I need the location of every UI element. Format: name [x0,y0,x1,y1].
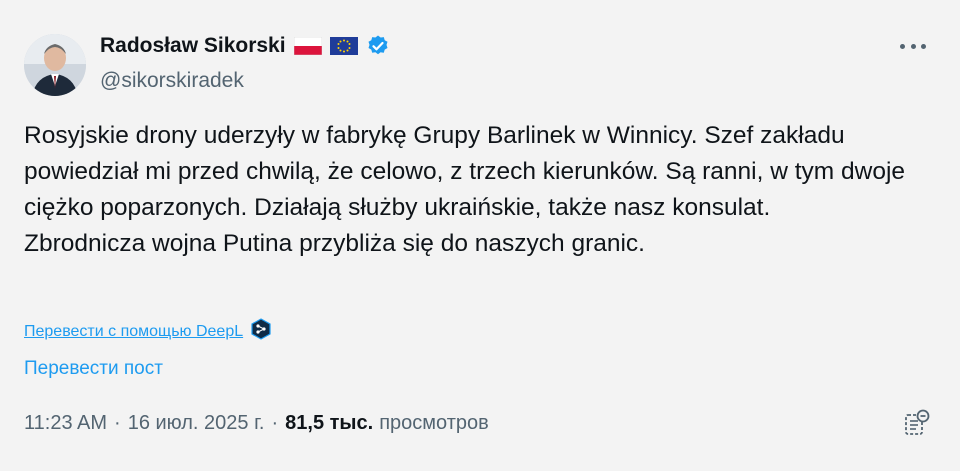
translate-post-button[interactable]: Перевести пост [24,358,163,380]
more-dot [910,43,916,49]
deepl-translate-link[interactable]: Перевести с помощью DeepL [24,323,243,341]
more-dot [921,43,926,49]
more-dot [900,43,905,49]
post-date[interactable]: 16 июл. 2025 г. [128,412,265,435]
post-time[interactable]: 11:23 AM [24,412,107,435]
post-analytics-icon[interactable] [902,408,932,438]
author-name[interactable]: Radosław Sikorski [100,34,286,58]
deepl-translate[interactable]: Перевести с помощью DeepL [24,318,271,345]
tweet-paragraph: Zbrodnicza wojna Putina przybliża się do… [24,230,645,257]
author-avatar[interactable] [24,34,86,96]
eu-flag-icon [329,37,358,55]
more-options-icon[interactable] [900,36,926,56]
meta-separator: · [271,412,279,434]
tweet-meta: 11:23 AM · 16 июл. 2025 г. · 81,5 тыс. п… [24,412,489,435]
tweet-text: Rosyjskie drony uderzyły w fabrykę Grupy… [24,118,929,262]
views-label: просмотров [379,412,489,434]
meta-separator: · [114,412,121,434]
tweet-paragraph: Rosyjskie drony uderzyły w fabrykę Grupy… [24,122,906,221]
poland-flag-icon [293,36,322,56]
deepl-logo-icon [251,318,271,345]
views-count: 81,5 тыс. [285,412,374,434]
verified-badge-icon[interactable] [366,34,390,58]
author-name-row: Radosław Sikorski [100,34,390,58]
author-handle[interactable]: @sikorskiradek [100,69,244,93]
